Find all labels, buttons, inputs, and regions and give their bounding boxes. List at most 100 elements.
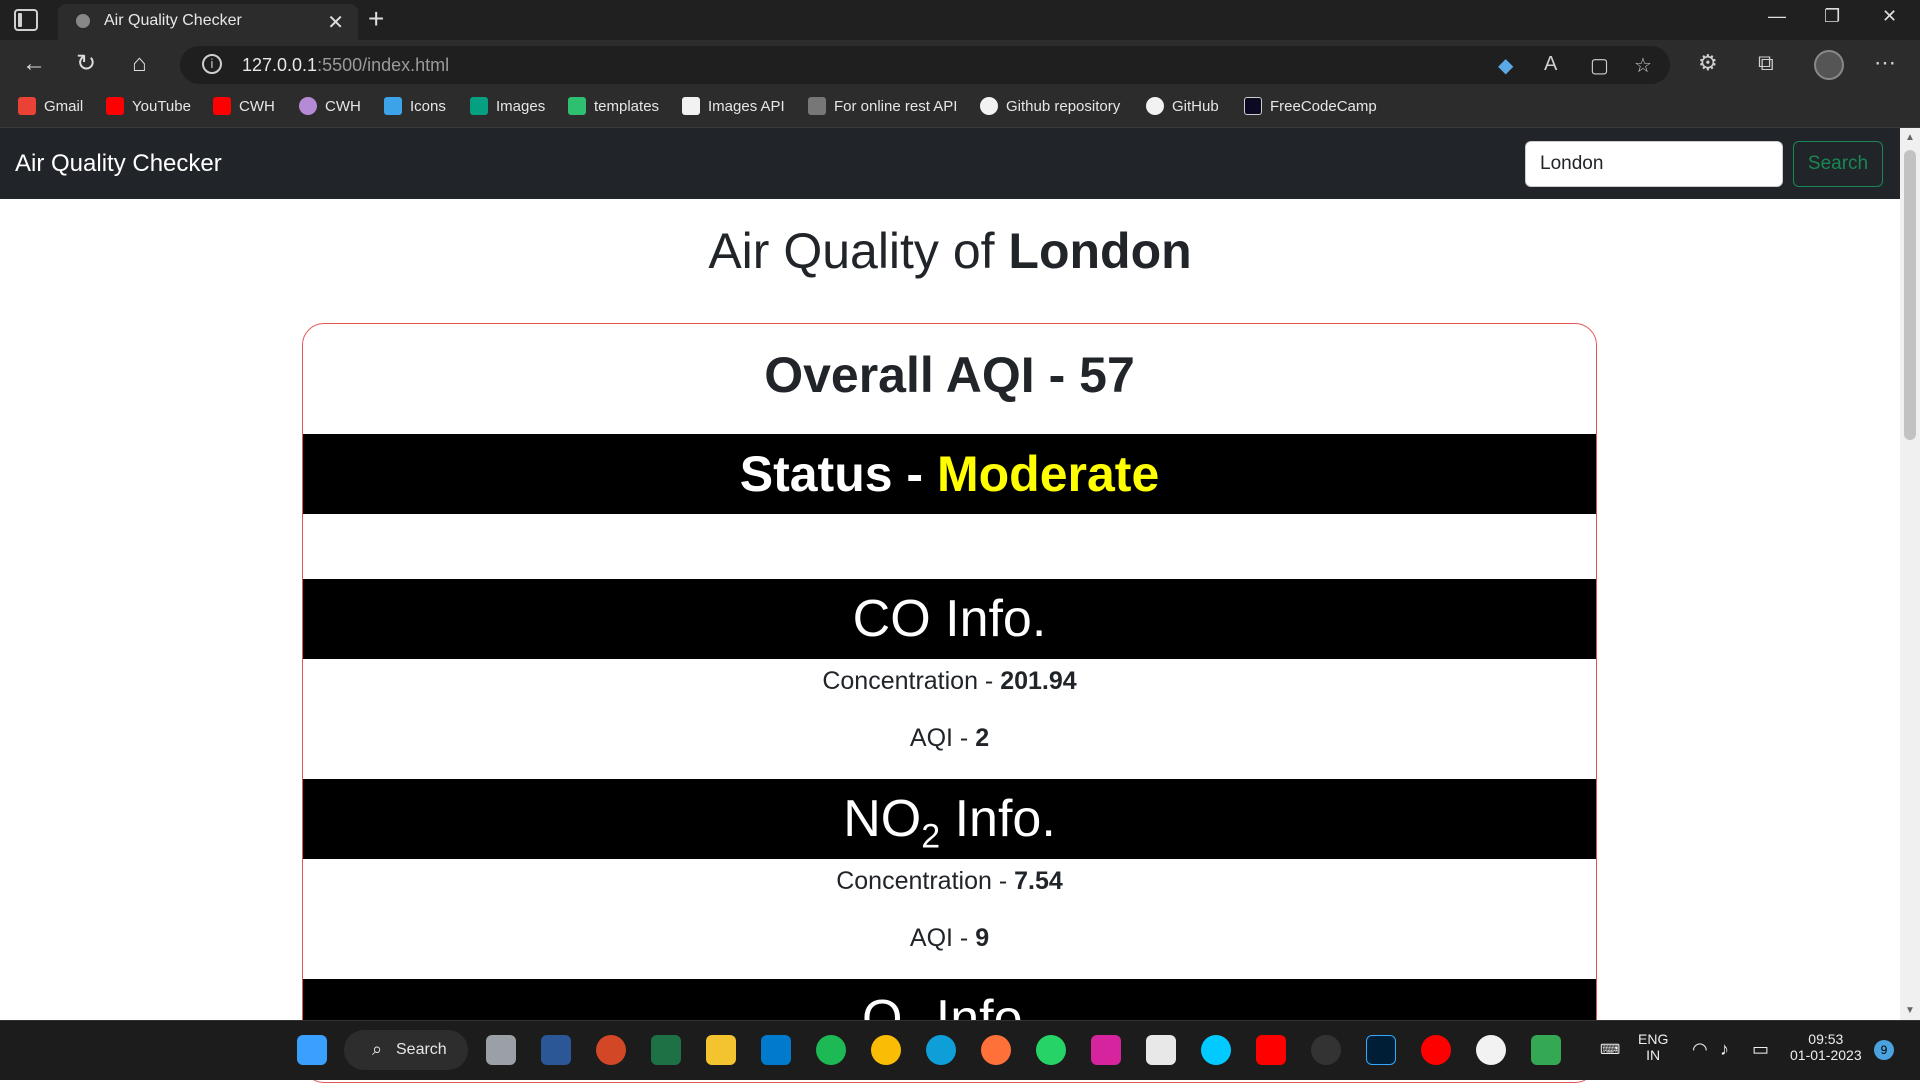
- vscode-icon[interactable]: [761, 1035, 791, 1065]
- tab-actions-icon[interactable]: [14, 9, 38, 31]
- youtube-icon: [213, 97, 231, 115]
- extensions-icon[interactable]: ⚙: [1698, 50, 1718, 76]
- bookmark-github-repo[interactable]: Github repository: [980, 97, 1120, 115]
- store-icon[interactable]: [1146, 1035, 1176, 1065]
- no2-aqi: AQI - 9: [909, 924, 990, 952]
- firefox-icon[interactable]: [981, 1035, 1011, 1065]
- clock[interactable]: 09:53 01-01-2023: [1790, 1031, 1862, 1063]
- bookmark-youtube[interactable]: YouTube: [106, 97, 191, 115]
- bookmark-templates[interactable]: templates: [568, 97, 659, 115]
- file-explorer-icon[interactable]: [706, 1035, 736, 1065]
- bookmark-cwh-2[interactable]: CWH: [299, 97, 361, 115]
- bookmark-rest-api[interactable]: For online rest API: [808, 97, 957, 115]
- bookmark-label: Images API: [708, 97, 785, 115]
- minimize-icon[interactable]: —: [1768, 6, 1786, 27]
- bookmark-images[interactable]: Images: [470, 97, 545, 115]
- obs-icon[interactable]: [1311, 1035, 1341, 1065]
- bookmark-cwh[interactable]: CWH: [213, 97, 275, 115]
- lang-top: ENG: [1638, 1031, 1669, 1047]
- templates-icon: [568, 97, 586, 115]
- windows-taskbar: ⌕ Search ⌨ ENG IN ◠ ♪ ▭ 09:53 01-01-2023: [0, 1020, 1920, 1080]
- instagram-icon[interactable]: [1091, 1035, 1121, 1065]
- bookmark-label: FreeCodeCamp: [1270, 97, 1377, 115]
- spotify-icon[interactable]: [816, 1035, 846, 1065]
- bookmark-label: CWH: [325, 97, 361, 115]
- profile-avatar[interactable]: [1814, 50, 1844, 80]
- bookmark-images-api[interactable]: Images API: [682, 97, 785, 115]
- browser-tab[interactable]: Air Quality Checker ✕: [58, 4, 358, 40]
- close-tab-icon[interactable]: ✕: [327, 10, 344, 35]
- bookmark-label: Github repository: [1006, 97, 1121, 115]
- coupon-tag-icon[interactable]: ◆: [1498, 53, 1513, 78]
- close-window-icon[interactable]: ✕: [1882, 6, 1897, 27]
- tab-favicon-icon: [76, 14, 90, 28]
- scroll-down-icon[interactable]: ▼: [1905, 1005, 1915, 1016]
- icons-site-icon: [384, 97, 402, 115]
- search-button[interactable]: Search: [1793, 141, 1883, 187]
- excel-icon[interactable]: [651, 1035, 681, 1065]
- bookmarks-bar: Gmail YouTube CWH CWH Icons Images templ…: [0, 90, 1920, 128]
- bookmark-icons[interactable]: Icons: [384, 97, 446, 115]
- co-info-heading: CO Info.: [303, 579, 1596, 659]
- bookmark-label: GitHub: [1172, 97, 1219, 115]
- volume-icon[interactable]: ♪: [1720, 1039, 1729, 1060]
- url-text: 127.0.0.1:5500/index.html: [242, 55, 450, 75]
- status-bar: Status - Moderate: [303, 434, 1596, 514]
- powerpoint-icon[interactable]: [596, 1035, 626, 1065]
- bookmark-label: templates: [594, 97, 660, 115]
- collections-icon[interactable]: ⧉: [1758, 50, 1774, 76]
- edge-icon[interactable]: [926, 1035, 956, 1065]
- word-icon[interactable]: [541, 1035, 571, 1065]
- taskbar-search[interactable]: ⌕ Search: [344, 1030, 468, 1070]
- github-icon: [1146, 97, 1164, 115]
- overall-aqi: Overall AQI - 57: [764, 347, 1135, 403]
- new-tab-icon[interactable]: +: [368, 4, 384, 34]
- favorite-icon[interactable]: ☆: [1634, 53, 1652, 78]
- page-scrollbar[interactable]: ▲ ▼: [1900, 128, 1920, 1020]
- home-icon[interactable]: ⌂: [132, 49, 147, 79]
- scrollbar-thumb[interactable]: [1904, 150, 1916, 440]
- app-icon[interactable]: [1476, 1035, 1506, 1065]
- bookmark-label: Icons: [410, 97, 446, 115]
- youtube-app-icon[interactable]: [1256, 1035, 1286, 1065]
- clock-time: 09:53: [1808, 1031, 1844, 1047]
- task-view-icon[interactable]: [486, 1035, 516, 1065]
- read-aloud-icon[interactable]: A: [1544, 53, 1557, 76]
- bookmark-freecodecamp[interactable]: FreeCodeCamp: [1244, 97, 1377, 115]
- chrome-icon[interactable]: [871, 1035, 901, 1065]
- keyboard-icon[interactable]: ⌨: [1600, 1041, 1620, 1058]
- photoshop-icon[interactable]: [1366, 1035, 1396, 1065]
- search-icon: ⌕: [372, 1039, 383, 1059]
- refresh-icon[interactable]: ↻: [76, 49, 96, 79]
- bookmark-label: Images: [496, 97, 546, 115]
- bookmark-label: For online rest API: [834, 97, 958, 115]
- meet-icon[interactable]: [1531, 1035, 1561, 1065]
- start-icon[interactable]: [297, 1035, 327, 1065]
- no2-concentration: Concentration - 7.54: [836, 867, 1063, 895]
- whatsapp-icon[interactable]: [1036, 1035, 1066, 1065]
- bookmark-gmail[interactable]: Gmail: [18, 97, 83, 115]
- site-info-icon[interactable]: i: [202, 54, 222, 74]
- page-title: Air Quality of London: [708, 223, 1192, 279]
- gmail-icon: [18, 97, 36, 115]
- youtube-music-icon[interactable]: [1421, 1035, 1451, 1065]
- air-quality-card: Overall AQI - 57 Status - Moderate CO In…: [302, 323, 1597, 1083]
- battery-icon[interactable]: ▭: [1752, 1039, 1769, 1060]
- unsplash-icon: [682, 97, 700, 115]
- alexa-icon[interactable]: [1201, 1035, 1231, 1065]
- bookmark-label: Gmail: [44, 97, 84, 115]
- restore-icon[interactable]: ❐: [1824, 6, 1840, 27]
- more-menu-icon[interactable]: ⋯: [1874, 50, 1896, 76]
- notification-badge[interactable]: 9: [1874, 1040, 1894, 1060]
- wifi-icon[interactable]: ◠: [1692, 1039, 1708, 1060]
- immersive-reader-icon[interactable]: ▢: [1590, 53, 1609, 78]
- language-indicator[interactable]: ENG IN: [1638, 1031, 1668, 1063]
- back-icon[interactable]: ←: [22, 49, 46, 79]
- bookmark-github[interactable]: GitHub: [1146, 97, 1219, 115]
- browser-tab-bar: Air Quality Checker ✕ + — ❐ ✕: [0, 0, 1920, 40]
- navbar-brand[interactable]: Air Quality Checker: [15, 150, 222, 178]
- city-search-input[interactable]: [1525, 141, 1783, 187]
- scroll-up-icon[interactable]: ▲: [1905, 132, 1915, 143]
- bookmark-label: YouTube: [132, 97, 191, 115]
- address-bar[interactable]: i 127.0.0.1:5500/index.html ◆ A ▢ ☆: [180, 46, 1670, 84]
